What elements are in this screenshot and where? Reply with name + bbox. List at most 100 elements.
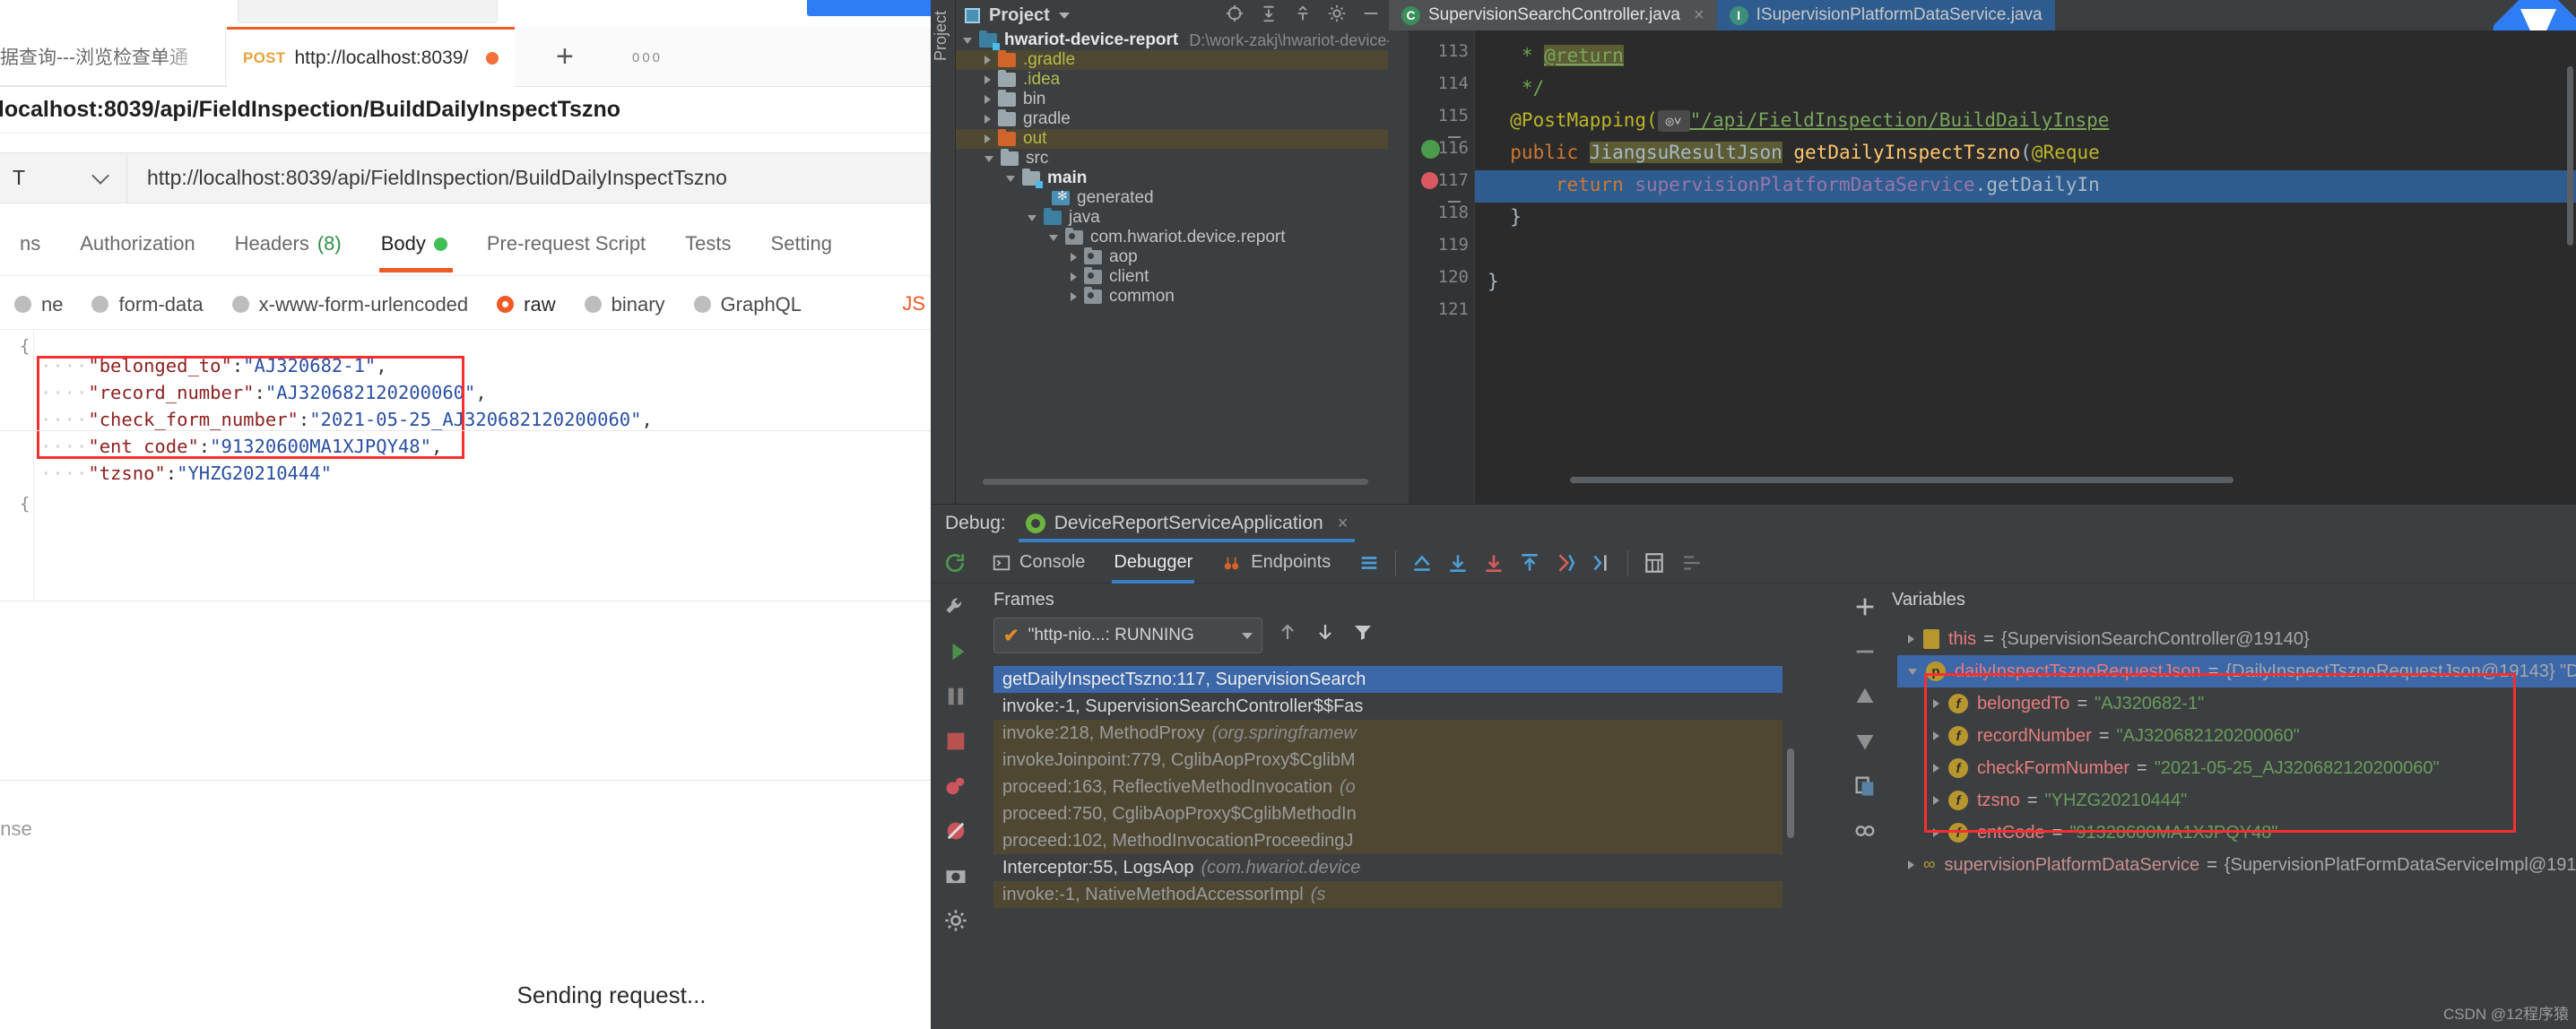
tab-authorization[interactable]: Authorization bbox=[60, 224, 214, 264]
collapse-all-icon[interactable] bbox=[1293, 4, 1313, 23]
chevron-right-icon[interactable] bbox=[1933, 699, 1939, 708]
camera-icon[interactable] bbox=[943, 863, 968, 888]
force-step-into-icon[interactable] bbox=[1554, 551, 1577, 575]
chevron-right-icon[interactable] bbox=[1933, 828, 1939, 837]
variable-row-request-json[interactable]: p dailyInspectTsznoRequestJson = {DailyI… bbox=[1897, 655, 2576, 687]
chevron-right-icon[interactable] bbox=[984, 115, 991, 124]
variable-row-check-form-number[interactable]: f checkFormNumber = "2021-05-25_AJ320682… bbox=[1897, 752, 2576, 784]
rerun-icon[interactable] bbox=[943, 551, 967, 575]
tab-tests[interactable]: Tests bbox=[665, 224, 750, 264]
remove-watch-icon[interactable] bbox=[1852, 639, 1878, 664]
chevron-right-icon[interactable] bbox=[984, 75, 991, 84]
tree-row-root[interactable]: hwariot-device-report D:\work-zakj\hwari… bbox=[956, 30, 1424, 50]
tree-row-gradle-dot[interactable]: .gradle bbox=[956, 50, 1388, 70]
frame-row[interactable]: invoke:-1, NativeMethodAccessorImpl (s bbox=[993, 881, 1782, 908]
pause-program-icon[interactable] bbox=[943, 684, 968, 709]
chevron-right-icon[interactable] bbox=[984, 95, 991, 104]
thread-selector[interactable]: ✔ "http-nio...: RUNNING bbox=[993, 618, 1262, 653]
chevron-down-icon[interactable] bbox=[963, 37, 972, 44]
copy-icon[interactable] bbox=[1852, 774, 1878, 799]
tree-row-java[interactable]: java bbox=[956, 208, 1388, 228]
chevron-right-icon[interactable] bbox=[984, 134, 991, 143]
expand-all-icon[interactable] bbox=[1259, 4, 1279, 23]
editor-horizontal-scrollbar[interactable] bbox=[1570, 477, 2233, 483]
frame-row[interactable]: proceed:750, CglibAopProxy$CglibMethodIn bbox=[993, 800, 1782, 827]
close-icon[interactable]: × bbox=[1338, 514, 1349, 534]
gear-icon[interactable] bbox=[943, 908, 968, 933]
frame-row[interactable]: getDailyInspectTszno:117, SupervisionSea… bbox=[993, 666, 1782, 693]
tab-overflow-menu-icon[interactable]: 000 bbox=[632, 50, 663, 65]
view-breakpoints-icon[interactable] bbox=[943, 774, 968, 799]
mute-breakpoints-icon[interactable] bbox=[943, 818, 968, 843]
project-horizontal-scrollbar[interactable] bbox=[983, 479, 1368, 485]
up-arrow-icon[interactable] bbox=[1277, 621, 1298, 643]
move-down-icon[interactable] bbox=[1852, 729, 1878, 754]
locate-icon[interactable] bbox=[1225, 4, 1245, 23]
body-type-none[interactable]: ne bbox=[0, 293, 77, 316]
layout-settings-icon[interactable] bbox=[1357, 553, 1381, 573]
tab-body[interactable]: Body bbox=[361, 224, 467, 272]
tree-row-bin[interactable]: bin bbox=[956, 90, 1388, 109]
tree-row-main[interactable]: main bbox=[956, 169, 1388, 188]
tab-pre-request-script[interactable]: Pre-request Script bbox=[467, 224, 665, 264]
chevron-right-icon[interactable] bbox=[1933, 731, 1939, 740]
editor-gutter[interactable]: 113 114 115 116 117 118 119 120 121 bbox=[1389, 30, 1475, 504]
gear-icon[interactable] bbox=[1327, 4, 1347, 23]
resume-program-icon[interactable] bbox=[943, 639, 968, 664]
debug-session-tab[interactable]: DeviceReportServiceApplication × bbox=[1018, 505, 1356, 542]
tree-row-idea[interactable]: .idea bbox=[956, 70, 1388, 90]
chevron-down-icon[interactable] bbox=[1028, 214, 1036, 221]
chevron-right-icon[interactable] bbox=[1908, 860, 1914, 869]
chevron-right-icon[interactable] bbox=[1071, 272, 1077, 281]
minimize-icon[interactable] bbox=[1361, 4, 1381, 23]
chevron-down-icon[interactable] bbox=[1058, 12, 1070, 19]
stop-icon[interactable] bbox=[943, 729, 968, 754]
frame-row[interactable]: invoke:-1, SupervisionSearchController$$… bbox=[993, 693, 1782, 720]
chevron-right-icon[interactable] bbox=[1933, 796, 1939, 805]
close-icon[interactable]: × bbox=[1694, 5, 1704, 26]
chevron-right-icon[interactable] bbox=[984, 56, 991, 65]
chevron-right-icon[interactable] bbox=[1071, 253, 1077, 262]
editor-vertical-scrollbar[interactable] bbox=[2567, 66, 2573, 246]
frames-vertical-scrollbar[interactable] bbox=[1787, 748, 1794, 838]
frame-row[interactable]: proceed:102, MethodInvocationProceedingJ bbox=[993, 827, 1782, 854]
run-gutter-icon[interactable] bbox=[1421, 140, 1440, 159]
fold-marker-icon[interactable] bbox=[1448, 136, 1461, 138]
variable-row-ent-code[interactable]: f entCode = "91320600MA1XJPQY48" bbox=[1897, 817, 2576, 849]
debug-tab-debugger[interactable]: Debugger bbox=[1099, 542, 1207, 584]
tree-row-common[interactable]: common bbox=[956, 287, 1388, 307]
show-execution-point-icon[interactable] bbox=[1410, 551, 1434, 575]
body-type-graphql[interactable]: GraphQL bbox=[680, 293, 817, 316]
url-input[interactable]: http://localhost:8039/api/FieldInspectio… bbox=[127, 152, 931, 203]
variable-row-service[interactable]: ∞ supervisionPlatformDataService = {Supe… bbox=[1897, 849, 2576, 881]
tab-headers[interactable]: Headers (8) bbox=[215, 224, 361, 264]
step-into-icon[interactable] bbox=[1482, 551, 1505, 575]
editor-code[interactable]: * @return */ @PostMapping(◎˅ "/api/FieldI… bbox=[1475, 30, 2576, 504]
chevron-right-icon[interactable] bbox=[1071, 292, 1077, 301]
variable-row-belonged-to[interactable]: f belongedTo = "AJ320682-1" bbox=[1897, 687, 2576, 720]
tree-row-generated[interactable]: generated bbox=[956, 188, 1388, 208]
chevron-down-icon[interactable] bbox=[1006, 175, 1015, 182]
variable-row-tzsno[interactable]: f tzsno = "YHZG20210444" bbox=[1897, 784, 2576, 817]
body-editor[interactable]: { ····"belonged_to":"AJ320682-1", ····"r… bbox=[0, 331, 931, 600]
fold-marker-icon[interactable] bbox=[1448, 201, 1461, 203]
tree-row-client[interactable]: client bbox=[956, 267, 1388, 287]
tree-row-package-root[interactable]: com.hwariot.device.report bbox=[956, 228, 1388, 247]
globe-icon[interactable]: ◎˅ bbox=[1657, 110, 1690, 132]
new-tab-button[interactable]: + bbox=[556, 41, 574, 72]
tab-params[interactable]: ns bbox=[0, 224, 60, 264]
chevron-down-icon[interactable] bbox=[1908, 668, 1917, 675]
breakpoint-icon[interactable] bbox=[1421, 172, 1438, 189]
debug-tab-endpoints[interactable]: Endpoints bbox=[1207, 542, 1345, 584]
body-type-binary[interactable]: binary bbox=[570, 293, 680, 316]
down-arrow-icon[interactable] bbox=[1314, 621, 1336, 643]
tree-row-out[interactable]: out bbox=[956, 129, 1388, 149]
move-up-icon[interactable] bbox=[1852, 684, 1878, 709]
tree-row-aop[interactable]: aop bbox=[956, 247, 1388, 267]
frame-row[interactable]: invoke:218, MethodProxy (org.springframew bbox=[993, 720, 1782, 747]
add-watch-icon[interactable] bbox=[1852, 594, 1878, 619]
body-type-form-data[interactable]: form-data bbox=[77, 293, 217, 316]
chevron-right-icon[interactable] bbox=[1908, 635, 1914, 644]
body-format-select[interactable]: JS bbox=[902, 292, 925, 316]
inspect-icon[interactable] bbox=[1852, 818, 1878, 843]
